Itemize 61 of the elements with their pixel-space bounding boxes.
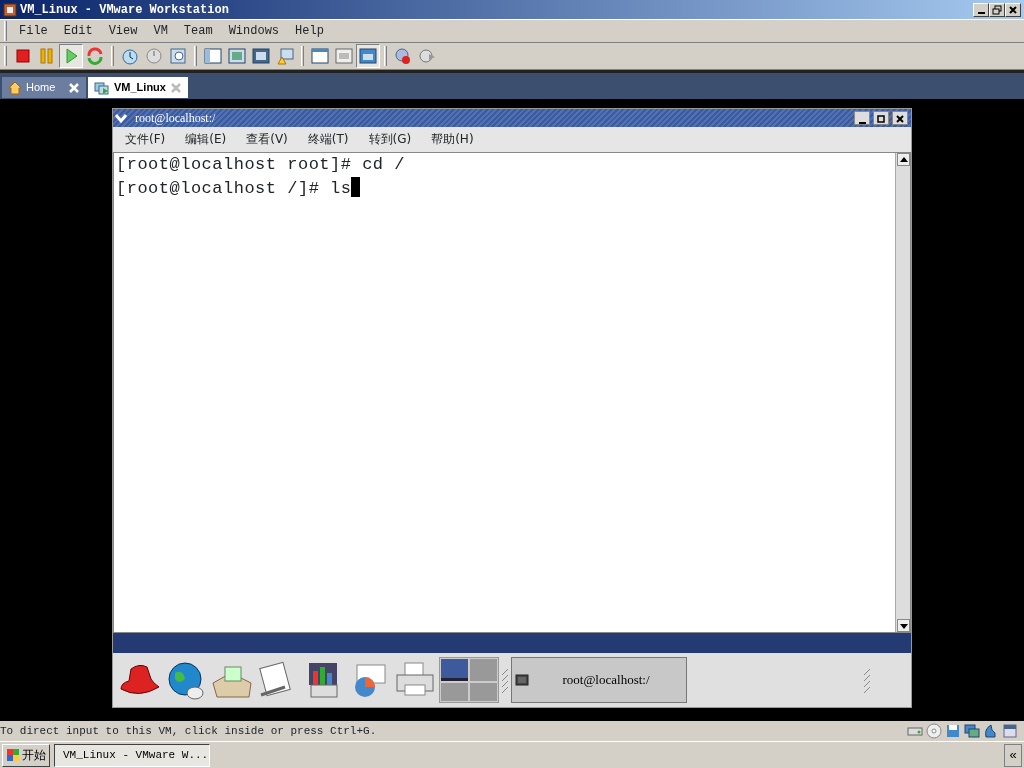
window-icon <box>275 46 295 66</box>
terminal-line: [root@localhost root]# cd / <box>115 153 406 176</box>
maximize-button[interactable] <box>873 111 889 125</box>
menu-item[interactable]: 编辑(E) <box>177 130 235 149</box>
minimize-icon <box>977 11 985 14</box>
floppy-icon[interactable] <box>945 723 961 739</box>
terminal-line: [root@localhost /]# ls <box>115 177 352 200</box>
text-cursor <box>351 176 361 197</box>
scroll-down-button[interactable] <box>896 619 910 633</box>
window-icon <box>227 46 247 66</box>
taskbar-button[interactable]: root@localhost:/ <box>511 657 687 704</box>
menu-item[interactable]: Team <box>175 22 221 40</box>
restore-button[interactable] <box>989 2 1005 17</box>
close-icon <box>894 112 906 125</box>
app-icon <box>3 2 17 17</box>
minimize-button[interactable] <box>854 111 870 125</box>
menu-item[interactable]: File <box>11 22 56 40</box>
window-icon <box>310 46 330 66</box>
close-icon <box>1007 3 1019 16</box>
maximize-icon <box>875 112 887 125</box>
record-icon <box>393 46 413 66</box>
expand-button[interactable]: « <box>1004 743 1022 767</box>
tab[interactable]: Home <box>2 77 86 98</box>
start-button[interactable]: 开始 <box>2 743 50 767</box>
window-icon <box>203 46 223 66</box>
chevron-down-icon[interactable] <box>113 111 129 125</box>
window-icon <box>251 46 271 66</box>
replay-icon <box>417 46 437 66</box>
window-title: root@localhost:/ <box>135 110 216 127</box>
status-text: To direct input to this VM, click inside or press Ctrl+G. <box>0 723 377 739</box>
close-icon[interactable] <box>170 81 182 94</box>
network-icon[interactable] <box>964 723 980 739</box>
close-button[interactable] <box>892 111 908 125</box>
window-icon <box>358 46 378 66</box>
menu-item[interactable]: VM <box>145 22 176 40</box>
terminal-icon <box>515 674 529 687</box>
menu-item[interactable]: 文件(F) <box>117 130 174 149</box>
restore-icon <box>991 3 1003 16</box>
menu-item[interactable]: View <box>100 22 146 40</box>
menu-item[interactable]: 查看(V) <box>238 130 296 149</box>
circular-arrows-icon <box>85 46 105 66</box>
stop-icon <box>13 46 33 66</box>
menu-item[interactable]: 转到(G) <box>360 130 420 149</box>
scroll-up-button[interactable] <box>896 152 910 166</box>
window-icon <box>334 46 354 66</box>
menu-item[interactable]: Edit <box>55 22 101 40</box>
taskbar-button[interactable]: VM_Linux - VMware W... <box>54 743 210 767</box>
menu-item[interactable]: Windows <box>220 22 288 40</box>
menu-item[interactable]: 终端(T) <box>299 130 357 149</box>
window-icon[interactable] <box>1002 723 1018 739</box>
house-icon <box>8 80 22 95</box>
menu-item[interactable]: 帮助(H) <box>423 130 482 149</box>
windows-logo-icon <box>6 748 20 762</box>
tab[interactable]: VM_Linux <box>88 77 188 98</box>
vm-icon <box>94 80 110 95</box>
toolbar-button[interactable] <box>356 44 380 68</box>
toolbar-button[interactable] <box>59 44 83 68</box>
window-title: VM_Linux - VMware Workstation <box>20 1 229 19</box>
minimize-icon <box>858 121 866 124</box>
disc-icon[interactable] <box>926 723 942 739</box>
menu-item[interactable]: Help <box>287 22 332 40</box>
